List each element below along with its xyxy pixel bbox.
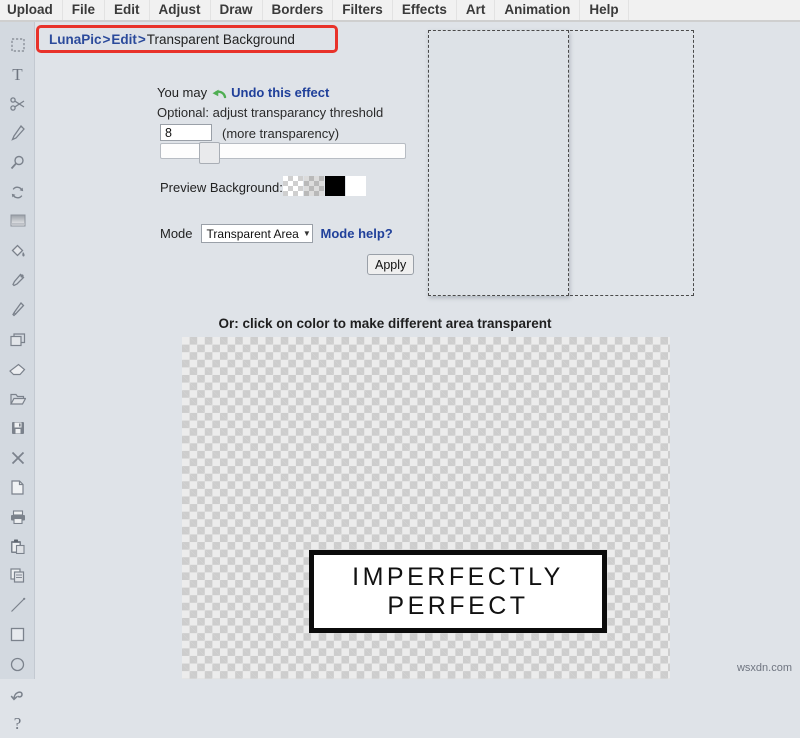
question-mark-icon[interactable]: ? bbox=[0, 709, 35, 738]
undo-arrow-icon[interactable] bbox=[0, 679, 35, 709]
swatch-transparent[interactable] bbox=[283, 176, 303, 196]
menu-upload[interactable]: Upload bbox=[0, 0, 63, 20]
green-undo-arrow-icon bbox=[211, 86, 227, 100]
threshold-slider[interactable] bbox=[160, 143, 406, 159]
menu-borders[interactable]: Borders bbox=[263, 0, 334, 20]
paste-icon[interactable] bbox=[0, 532, 35, 562]
breadcrumb-separator-1: > bbox=[102, 32, 112, 47]
rectangle-icon[interactable] bbox=[0, 620, 35, 650]
menu-animation[interactable]: Animation bbox=[495, 0, 580, 20]
preview-background-swatches bbox=[283, 176, 366, 196]
work-area: LunaPic>Edit>Transparent Background You … bbox=[35, 22, 800, 679]
menu-art[interactable]: Art bbox=[457, 0, 496, 20]
menu-edit[interactable]: Edit bbox=[105, 0, 150, 20]
menu-effects[interactable]: Effects bbox=[393, 0, 457, 20]
breadcrumb-separator-2: > bbox=[137, 32, 147, 47]
eyedropper-icon[interactable] bbox=[0, 266, 35, 296]
copy-icon[interactable] bbox=[0, 561, 35, 591]
save-icon[interactable] bbox=[0, 414, 35, 444]
watermark: wsxdn.com bbox=[733, 661, 796, 675]
breadcrumb-root[interactable]: LunaPic bbox=[49, 32, 102, 47]
breadcrumb-current-page: Transparent Background bbox=[147, 32, 295, 47]
magnifier-icon[interactable] bbox=[0, 148, 35, 178]
swatch-gray[interactable] bbox=[304, 176, 324, 196]
scissors-icon[interactable] bbox=[0, 89, 35, 119]
eraser-icon[interactable] bbox=[0, 355, 35, 385]
menu-file[interactable]: File bbox=[63, 0, 105, 20]
printer-icon[interactable] bbox=[0, 502, 35, 532]
preview-selection-rect-front bbox=[428, 30, 569, 296]
undo-this-effect-link[interactable]: Undo this effect bbox=[231, 85, 329, 100]
mode-select[interactable]: Transparent Area ▼ bbox=[201, 224, 313, 243]
breadcrumb: LunaPic>Edit>Transparent Background bbox=[49, 32, 295, 47]
image-canvas[interactable]: IMPERFECTLY PERFECT bbox=[182, 337, 670, 679]
menu-filters[interactable]: Filters bbox=[333, 0, 393, 20]
menu-draw[interactable]: Draw bbox=[211, 0, 263, 20]
transparency-preview-area bbox=[420, 30, 705, 310]
mode-select-value: Transparent Area bbox=[207, 227, 299, 241]
preview-background-label: Preview Background: bbox=[160, 180, 283, 195]
menu-bar: Upload File Edit Adjust Draw Borders Fil… bbox=[0, 0, 800, 22]
new-file-icon[interactable] bbox=[0, 473, 35, 503]
folder-open-icon[interactable] bbox=[0, 384, 35, 414]
brush-icon[interactable] bbox=[0, 296, 35, 326]
sign-line-2: PERFECT bbox=[387, 592, 528, 620]
close-icon[interactable] bbox=[0, 443, 35, 473]
threshold-input[interactable] bbox=[160, 124, 212, 141]
line-icon[interactable] bbox=[0, 591, 35, 621]
pencil-icon[interactable] bbox=[0, 119, 35, 149]
marquee-select-icon[interactable] bbox=[0, 30, 35, 60]
menu-help[interactable]: Help bbox=[580, 0, 628, 20]
circle-icon[interactable] bbox=[0, 650, 35, 680]
tool-sidebar: T bbox=[0, 22, 35, 679]
sign-line-1: IMPERFECTLY bbox=[352, 563, 564, 591]
swatch-black[interactable] bbox=[325, 176, 345, 196]
chevron-down-icon: ▼ bbox=[303, 229, 311, 238]
text-icon[interactable]: T bbox=[0, 60, 35, 90]
undo-row: You may Undo this effect bbox=[157, 85, 329, 100]
mode-row: Mode Transparent Area ▼ Mode help? bbox=[160, 224, 393, 243]
more-transparency-hint: (more transparency) bbox=[222, 126, 339, 141]
optional-threshold-label: Optional: adjust transparancy threshold bbox=[157, 105, 383, 120]
mode-label: Mode bbox=[160, 226, 193, 241]
undo-prefix-label: You may bbox=[157, 85, 207, 100]
gradient-icon[interactable] bbox=[0, 207, 35, 237]
threshold-slider-handle[interactable] bbox=[199, 142, 220, 164]
canvas-caption: Or: click on color to make different are… bbox=[35, 316, 735, 331]
swatch-white[interactable] bbox=[346, 176, 366, 196]
paint-bucket-icon[interactable] bbox=[0, 237, 35, 267]
rotate-icon[interactable] bbox=[0, 178, 35, 208]
mode-help-link[interactable]: Mode help? bbox=[321, 226, 393, 241]
menu-adjust[interactable]: Adjust bbox=[150, 0, 211, 20]
sign-image: IMPERFECTLY PERFECT bbox=[309, 550, 607, 633]
apply-button[interactable]: Apply bbox=[367, 254, 414, 275]
breadcrumb-section-edit[interactable]: Edit bbox=[111, 32, 137, 47]
layers-icon[interactable] bbox=[0, 325, 35, 355]
